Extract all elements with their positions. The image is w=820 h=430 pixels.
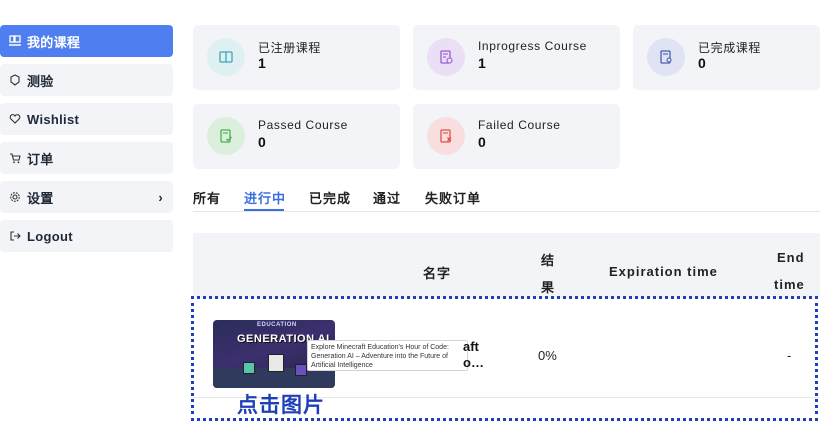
sidebar-item-quiz[interactable]: 测验 xyxy=(0,64,173,96)
chevron-right-icon: › xyxy=(158,189,163,205)
sidebar-item-logout[interactable]: Logout xyxy=(0,220,173,252)
heart-icon xyxy=(8,112,22,126)
column-header-result-1: 结 xyxy=(541,253,556,268)
course-tabs xyxy=(193,188,820,212)
sidebar-item-label: 测验 xyxy=(27,73,54,89)
tab-completed[interactable]: 已完成 xyxy=(309,188,351,207)
sidebar-item-label: 我的课程 xyxy=(27,34,81,50)
tab-in-progress[interactable]: 进行中 xyxy=(244,188,286,207)
column-header-result-2: 果 xyxy=(541,280,556,295)
stat-label: Inprogress Course xyxy=(478,39,587,53)
logout-icon xyxy=(8,229,22,243)
table-header xyxy=(193,233,820,298)
column-header-expiration: Expiration time xyxy=(609,264,718,279)
stat-label: 已注册课程 xyxy=(258,41,322,55)
sidebar-item-label: Logout xyxy=(27,228,73,244)
column-header-name: 名字 xyxy=(423,266,452,281)
stat-card-enrolled: 已注册课程 1 xyxy=(193,25,400,90)
stat-card-completed: 已完成课程 0 xyxy=(633,25,820,90)
column-header-end-1: End xyxy=(777,250,805,265)
gear-icon xyxy=(8,190,22,204)
tab-passed[interactable]: 通过 xyxy=(373,188,401,207)
check-doc-icon xyxy=(207,117,245,155)
sidebar-item-my-courses[interactable]: 我的课程 xyxy=(0,25,173,57)
active-tab-indicator xyxy=(244,209,284,211)
stat-value: 0 xyxy=(698,55,706,71)
stat-label: 已完成课程 xyxy=(698,41,762,55)
tab-all[interactable]: 所有 xyxy=(193,188,221,207)
tab-failed-orders[interactable]: 失败订单 xyxy=(425,188,481,207)
stat-value: 1 xyxy=(478,55,486,71)
cart-icon xyxy=(8,151,22,165)
sidebar-item-settings[interactable]: 设置 › xyxy=(0,181,173,213)
sidebar-item-label: 设置 xyxy=(27,190,54,206)
column-header-end-2: time xyxy=(774,277,805,292)
sidebar-item-orders[interactable]: 订单 xyxy=(0,142,173,174)
clock-doc-icon xyxy=(427,38,465,76)
sidebar-item-label: Wishlist xyxy=(27,111,80,127)
stat-label: Passed Course xyxy=(258,118,348,132)
quiz-icon xyxy=(8,73,22,87)
stat-value: 1 xyxy=(258,55,266,71)
sidebar-item-wishlist[interactable]: Wishlist xyxy=(0,103,173,135)
x-doc-icon xyxy=(427,117,465,155)
course-icon xyxy=(8,34,22,48)
stat-value: 0 xyxy=(258,134,266,150)
stat-value: 0 xyxy=(478,134,486,150)
stat-card-passed: Passed Course 0 xyxy=(193,104,400,169)
annotation-label: 点击图片 xyxy=(237,394,325,417)
stat-label: Failed Course xyxy=(478,118,561,132)
stat-card-failed: Failed Course 0 xyxy=(413,104,620,169)
certificate-icon xyxy=(647,38,685,76)
sidebar-item-label: 订单 xyxy=(27,151,54,167)
book-icon xyxy=(207,38,245,76)
stat-card-inprogress: Inprogress Course 1 xyxy=(413,25,620,90)
